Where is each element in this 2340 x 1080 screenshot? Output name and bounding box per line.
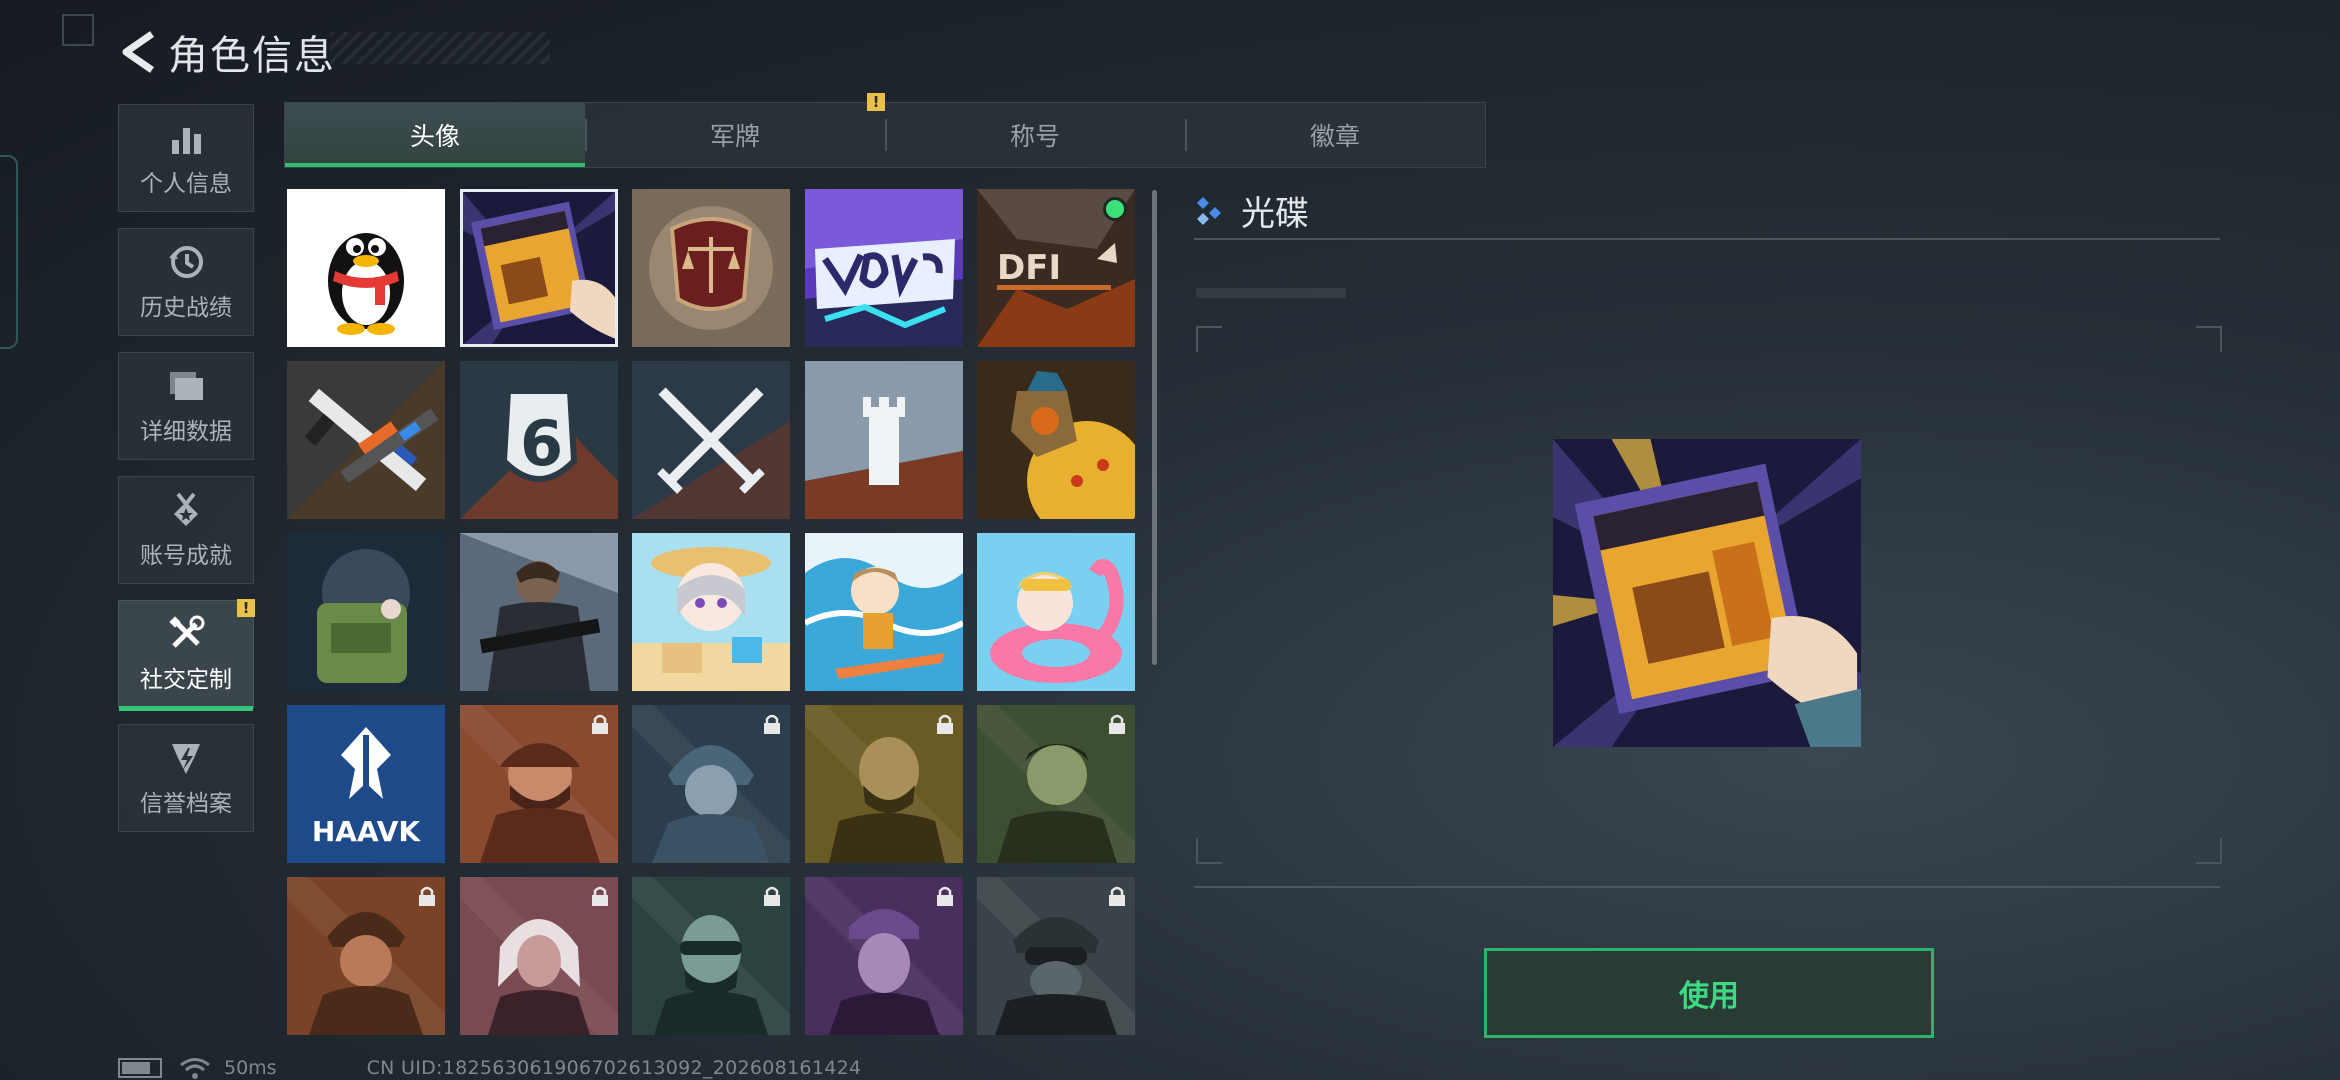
status-bar: 50ms CN UID:18256306190670261309​2_20260… (118, 1056, 861, 1080)
avatar-qq-penguin[interactable] (287, 189, 445, 347)
sidebar: 个人信息 历史战绩 详细数据 账号成就 ! 社交定制 信誉档案 (118, 104, 256, 848)
lock-icon (764, 886, 780, 906)
tab-badge[interactable]: 徽章 (1185, 103, 1485, 167)
avatar-voyager-graffiti[interactable] (804, 189, 963, 347)
medal-icon (174, 492, 198, 526)
svg-text:DFI: DFI (997, 248, 1061, 288)
bar-chart-icon (172, 128, 201, 154)
lock-icon (764, 714, 780, 734)
detail-header: 光碟 (1193, 186, 1309, 235)
avatar-mech-pizza[interactable] (977, 361, 1135, 519)
avatar-preview-black-hawk-down-disc (1553, 439, 1861, 747)
avatar-grid: DFI 6 HAAVK (287, 189, 1137, 1035)
avatar-weapons-crossed[interactable] (287, 361, 445, 519)
tab-avatar[interactable]: 头像 (285, 103, 585, 167)
tools-icon (169, 615, 205, 648)
lock-icon (936, 714, 953, 734)
avatar-dfi-logo[interactable]: DFI (977, 189, 1135, 347)
sidebar-item-label: 社交定制 (140, 667, 232, 693)
svg-text:6: 6 (520, 407, 563, 480)
avatar-chibi-sandcastle[interactable] (632, 533, 790, 691)
use-button[interactable]: 使用 (1484, 948, 1934, 1038)
avatar-tower[interactable] (804, 361, 963, 519)
avatar-operator-green[interactable] (977, 705, 1135, 863)
page-title: 角色信息 (168, 33, 336, 79)
lock-icon (591, 886, 608, 906)
battery-icon (118, 1058, 162, 1078)
avatar-operator-purple[interactable] (804, 877, 963, 1035)
avatar-chibi-soldier-backpack[interactable] (287, 533, 445, 691)
avatar-operator-goggles-teal[interactable] (632, 877, 790, 1035)
tab-title[interactable]: 称号 (885, 103, 1185, 167)
uid-text: CN UID:18256306190670261309​2_2026081614… (366, 1057, 862, 1079)
sidebar-item-social[interactable]: ! 社交定制 (118, 599, 255, 711)
avatar-crossed-swords[interactable] (632, 361, 790, 519)
frame-corner (1196, 838, 1222, 864)
divider (1194, 238, 2220, 240)
tab-bar: 头像 军牌 ! 称号 徽章 (284, 93, 1486, 168)
avatar-operator-bald-yellow[interactable] (804, 705, 963, 863)
sidebar-item-label: 历史战绩 (140, 295, 232, 321)
alert-badge: ! (867, 93, 885, 111)
sidebar-item-achievements[interactable]: 账号成就 (118, 476, 254, 584)
new-indicator-dot (1103, 197, 1127, 221)
sidebar-item-details[interactable]: 详细数据 (118, 352, 254, 460)
corner-frame (62, 14, 94, 46)
back-arrow-icon[interactable] (118, 28, 158, 76)
sidebar-item-label: 信誉档案 (140, 791, 232, 817)
folder-icon (170, 372, 203, 400)
avatar-operator-helmet-orange[interactable] (287, 877, 445, 1035)
avatar-justice-scales-emblem[interactable] (632, 189, 790, 347)
lock-icon (1109, 886, 1125, 906)
title-decoration (330, 32, 550, 64)
frame-corner (2196, 838, 2222, 864)
sidebar-item-label: 详细数据 (140, 419, 232, 445)
header: 角色信息 (118, 22, 336, 82)
wifi-icon (180, 1058, 210, 1079)
avatar-haavk-logo[interactable]: HAAVK (287, 705, 445, 863)
avatar-operator-white-hair[interactable] (459, 877, 618, 1035)
avatar-soldier-rifle[interactable] (459, 533, 618, 691)
diamond-icon (1197, 196, 1221, 225)
avatar-operator-mask-gray[interactable] (977, 877, 1135, 1035)
lock-icon (591, 714, 608, 734)
sidebar-item-label: 账号成就 (140, 543, 232, 569)
side-drawer-handle[interactable] (0, 155, 18, 349)
divider (1194, 886, 2220, 888)
detail-subtext-placeholder (1196, 288, 1346, 298)
ping-value: 50ms (224, 1057, 277, 1079)
haavk-logo-text: HAAVK (312, 815, 422, 848)
detail-title: 光碟 (1241, 194, 1309, 234)
sidebar-item-label: 个人信息 (140, 171, 232, 197)
sidebar-item-profile[interactable]: 个人信息 (118, 104, 254, 212)
history-icon (169, 246, 203, 278)
tab-dog-tag[interactable]: 军牌 ! (585, 93, 885, 167)
avatar-chibi-flamingo[interactable] (977, 533, 1135, 691)
frame-corner (2196, 326, 2222, 352)
avatar-black-hawk-down-disc[interactable] (459, 189, 618, 347)
avatar-operator-cap-red[interactable] (459, 705, 618, 863)
lock-icon (936, 886, 953, 906)
avatar-shield-six[interactable]: 6 (459, 361, 618, 519)
lock-icon (419, 886, 435, 906)
avatar-operator-helmet-blue[interactable] (632, 705, 790, 863)
lock-icon (1109, 714, 1125, 734)
sidebar-item-history[interactable]: 历史战绩 (118, 228, 254, 336)
reputation-icon (172, 744, 200, 774)
avatar-grid-scrollbar[interactable] (1152, 190, 1157, 665)
sidebar-item-reputation[interactable]: 信誉档案 (118, 724, 254, 832)
avatar-chibi-surfer[interactable] (804, 533, 963, 691)
alert-badge: ! (237, 599, 255, 617)
frame-corner (1196, 326, 1222, 352)
tab-label: 军牌 (709, 122, 760, 151)
